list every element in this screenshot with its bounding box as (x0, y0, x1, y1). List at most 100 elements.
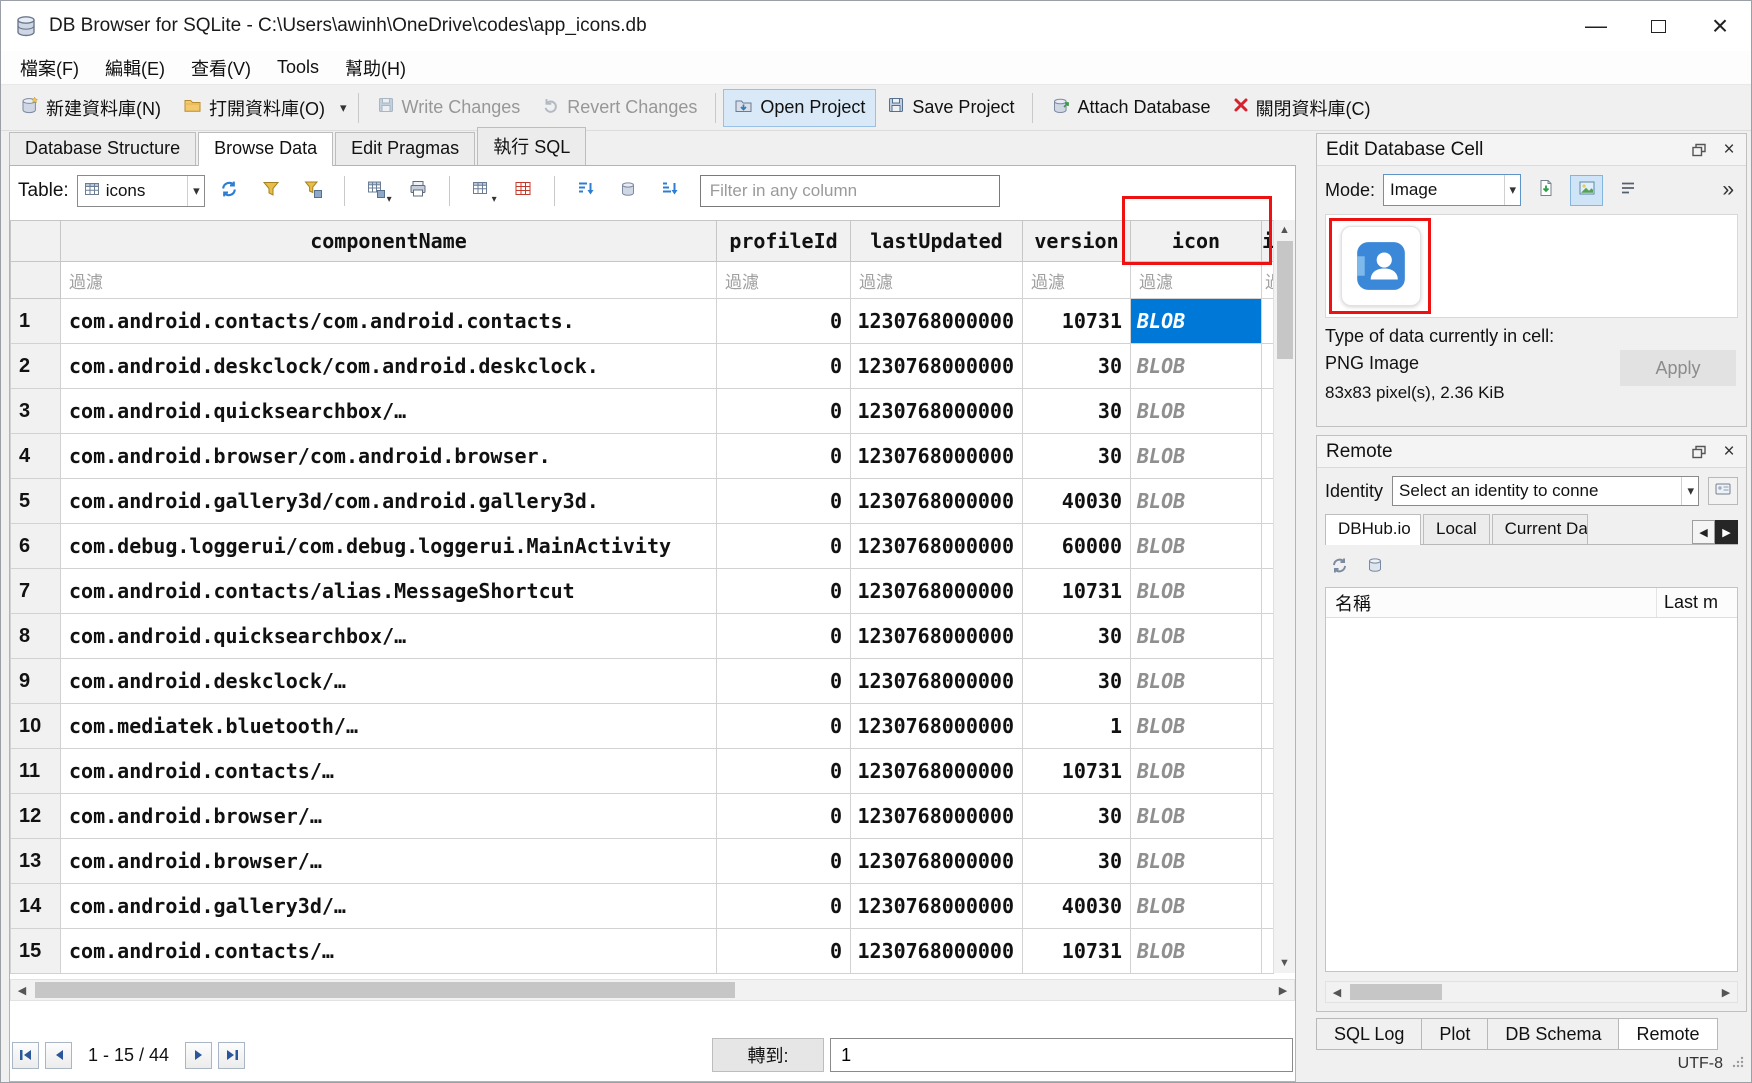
cell-profileId[interactable]: 0 (717, 299, 851, 344)
next-record-button[interactable] (185, 1042, 212, 1069)
row-number[interactable]: 11 (11, 749, 61, 794)
table-row[interactable]: 11 com.android.contacts/… 0 123076800000… (11, 749, 1274, 794)
menu-item[interactable]: Tools (264, 53, 332, 82)
cell-partial[interactable] (1262, 794, 1274, 839)
cell-icon-blob[interactable]: BLOB (1131, 389, 1262, 434)
filter-icon[interactable]: 過濾 (1131, 262, 1262, 299)
dock-tab[interactable]: SQL Log (1316, 1018, 1422, 1050)
sort-asc-button[interactable] (568, 174, 604, 208)
cell-version[interactable]: 30 (1023, 659, 1131, 704)
document-tab[interactable]: 執行 SQL (477, 127, 586, 165)
row-number[interactable]: 13 (11, 839, 61, 884)
column-header-icon[interactable]: icon (1131, 221, 1262, 262)
filter-lastUpdated[interactable]: 過濾 (851, 262, 1023, 299)
goto-record-input[interactable] (830, 1038, 1293, 1072)
cell-icon-blob[interactable]: BLOB (1131, 299, 1262, 344)
cell-profileId[interactable]: 0 (717, 389, 851, 434)
cell-componentName[interactable]: com.android.quicksearchbox/… (61, 389, 717, 434)
cell-componentName[interactable]: com.android.quicksearchbox/… (61, 614, 717, 659)
close-button[interactable]: × (1689, 1, 1751, 51)
open-project-button[interactable]: Open Project (723, 89, 876, 127)
table-row[interactable]: 1 com.android.contacts/com.android.conta… (11, 299, 1274, 344)
resize-grip[interactable] (1731, 1055, 1745, 1074)
print-button[interactable] (400, 174, 436, 208)
cell-profileId[interactable]: 0 (717, 704, 851, 749)
cell-icon-blob[interactable]: BLOB (1131, 569, 1262, 614)
cell-partial[interactable] (1262, 389, 1274, 434)
close-panel-button[interactable]: × (1716, 137, 1742, 163)
cell-lastUpdated[interactable]: 1230768000000 (851, 704, 1023, 749)
insert-record-button[interactable]: ▾ (463, 174, 499, 208)
toolbar-overflow-button[interactable]: » (1718, 178, 1738, 202)
maximize-button[interactable] (1627, 1, 1689, 51)
minimize-button[interactable]: — (1565, 1, 1627, 51)
cell-icon-blob[interactable]: BLOB (1131, 344, 1262, 389)
row-number[interactable]: 15 (11, 929, 61, 974)
mode-select[interactable]: Image ▾ (1383, 174, 1521, 206)
save-filter-button[interactable] (295, 174, 331, 208)
scroll-right-arrow[interactable]: ▶ (1272, 980, 1294, 1000)
filter-version[interactable]: 過濾 (1023, 262, 1131, 299)
row-number[interactable]: 12 (11, 794, 61, 839)
row-number[interactable]: 9 (11, 659, 61, 704)
table-row[interactable]: 7 com.android.contacts/alias.MessageShor… (11, 569, 1274, 614)
cell-version[interactable]: 40030 (1023, 479, 1131, 524)
cell-profileId[interactable]: 0 (717, 569, 851, 614)
clone-database-button[interactable] (1363, 553, 1387, 577)
cell-partial[interactable] (1262, 479, 1274, 524)
cell-lastUpdated[interactable]: 1230768000000 (851, 299, 1023, 344)
goto-database-button[interactable] (610, 174, 646, 208)
cell-lastUpdated[interactable]: 1230768000000 (851, 794, 1023, 839)
goto-button[interactable]: 轉到: (712, 1038, 824, 1072)
cell-profileId[interactable]: 0 (717, 884, 851, 929)
scroll-left-arrow[interactable]: ◀ (11, 980, 33, 1000)
delete-record-button[interactable] (505, 174, 541, 208)
menu-item[interactable]: 查看(V) (178, 51, 264, 85)
cell-version[interactable]: 10731 (1023, 569, 1131, 614)
horizontal-scrollbar[interactable]: ◀ ▶ (10, 979, 1295, 1001)
write-changes-button[interactable]: Write Changes (366, 89, 532, 126)
import-cell-data-button[interactable] (1529, 175, 1562, 206)
cell-lastUpdated[interactable]: 1230768000000 (851, 344, 1023, 389)
cell-lastUpdated[interactable]: 1230768000000 (851, 839, 1023, 884)
save-project-button[interactable]: Save Project (876, 89, 1025, 126)
cell-profileId[interactable]: 0 (717, 434, 851, 479)
table-select[interactable]: icons ▾ (77, 175, 205, 207)
row-number[interactable]: 3 (11, 389, 61, 434)
cell-profileId[interactable]: 0 (717, 344, 851, 389)
open-database-dropdown[interactable]: ▾ (336, 94, 351, 122)
menu-item[interactable]: 幫助(H) (332, 51, 419, 85)
remote-lastmodified-column-header[interactable]: Last m (1657, 592, 1737, 613)
sort-desc-button[interactable] (652, 174, 688, 208)
cell-partial[interactable] (1262, 524, 1274, 569)
filter-partial[interactable]: 過濾 (1262, 262, 1274, 299)
row-number[interactable]: 4 (11, 434, 61, 479)
column-header-partial[interactable]: ic (1262, 221, 1274, 262)
cell-version[interactable]: 10731 (1023, 299, 1131, 344)
row-number[interactable]: 6 (11, 524, 61, 569)
import-identity-button[interactable] (1708, 477, 1738, 505)
row-number[interactable]: 5 (11, 479, 61, 524)
cell-partial[interactable] (1262, 434, 1274, 479)
cell-lastUpdated[interactable]: 1230768000000 (851, 884, 1023, 929)
corner-header[interactable] (11, 221, 61, 262)
table-row[interactable]: 5 com.android.gallery3d/com.android.gall… (11, 479, 1274, 524)
word-wrap-button[interactable] (1611, 175, 1644, 206)
cell-partial[interactable] (1262, 704, 1274, 749)
column-header-lastUpdated[interactable]: lastUpdated (851, 221, 1023, 262)
cell-icon-blob[interactable]: BLOB (1131, 749, 1262, 794)
attach-database-button[interactable]: Attach Database (1040, 89, 1221, 127)
cell-componentName[interactable]: com.android.browser/… (61, 839, 717, 884)
cell-icon-blob[interactable]: BLOB (1131, 434, 1262, 479)
identity-select[interactable]: Select an identity to conne ▾ (1392, 476, 1699, 506)
save-results-button[interactable]: ▾ (358, 174, 394, 208)
filter-profileId[interactable]: 過濾 (717, 262, 851, 299)
cell-lastUpdated[interactable]: 1230768000000 (851, 614, 1023, 659)
remote-refresh-button[interactable] (1327, 553, 1351, 577)
cell-icon-blob[interactable]: BLOB (1131, 524, 1262, 569)
table-row[interactable]: 8 com.android.quicksearchbox/… 0 1230768… (11, 614, 1274, 659)
table-row[interactable]: 2 com.android.deskclock/com.android.desk… (11, 344, 1274, 389)
cell-lastUpdated[interactable]: 1230768000000 (851, 434, 1023, 479)
cell-profileId[interactable]: 0 (717, 794, 851, 839)
cell-icon-blob[interactable]: BLOB (1131, 614, 1262, 659)
